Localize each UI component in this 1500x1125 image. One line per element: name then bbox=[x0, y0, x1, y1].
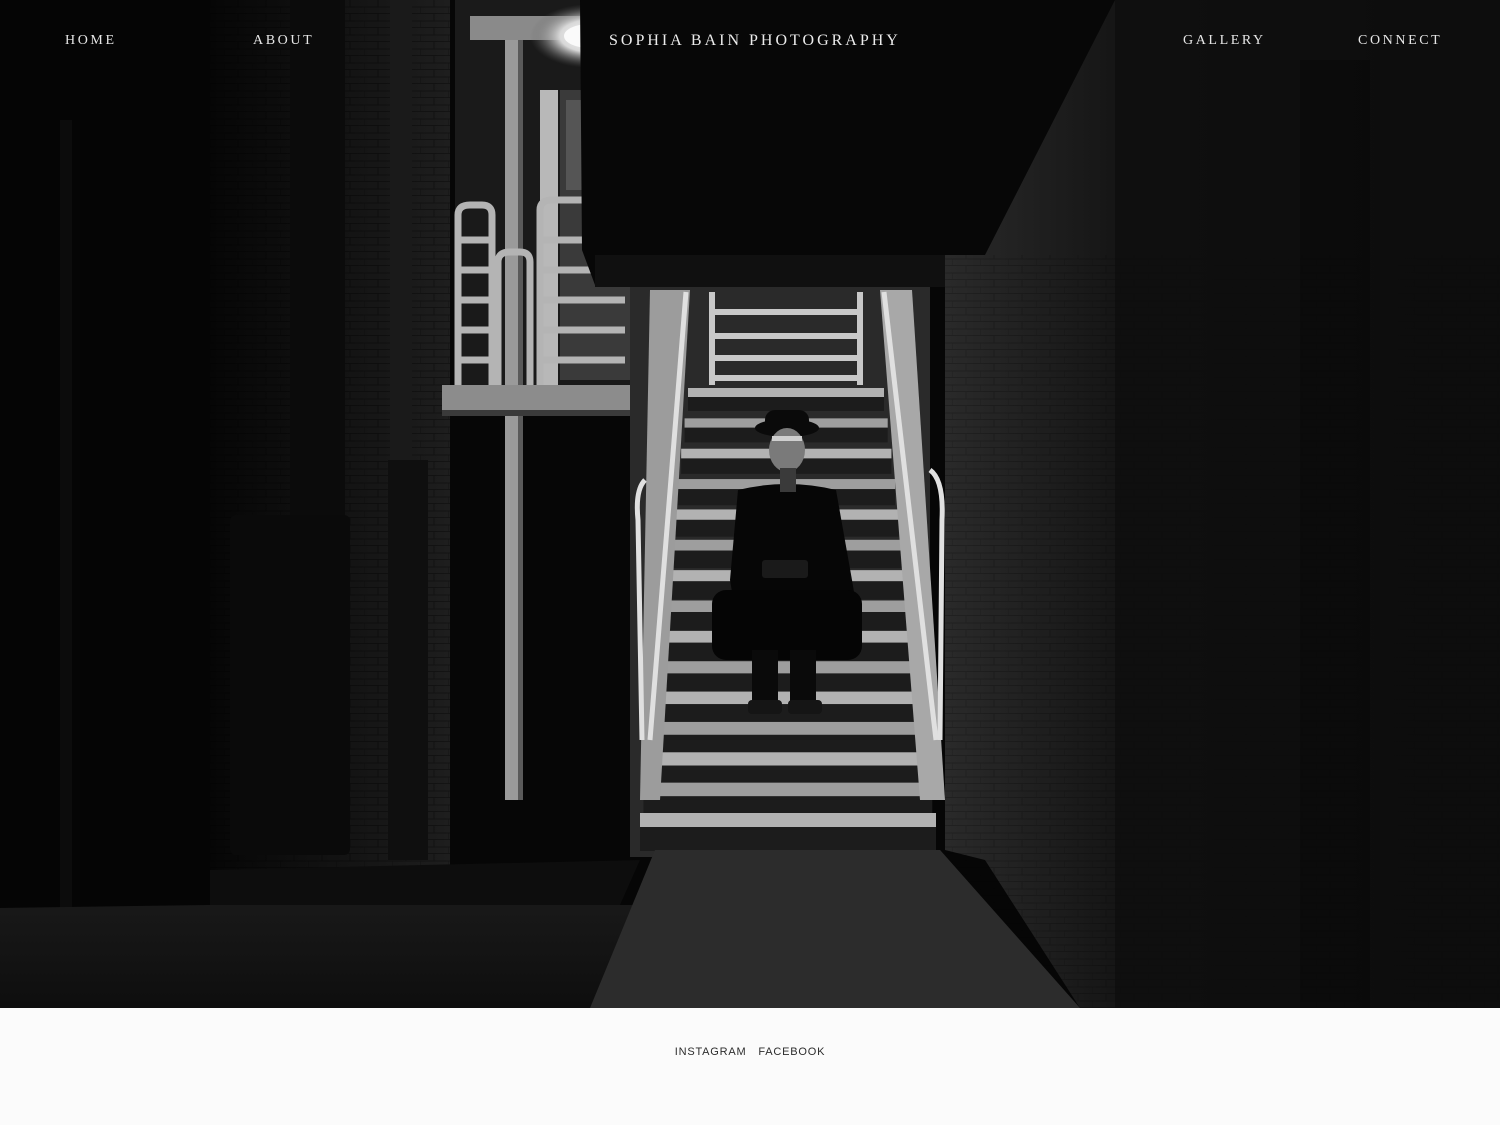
site-brand[interactable]: SOPHIA BAIN PHOTOGRAPHY bbox=[609, 32, 901, 50]
stair-tread bbox=[646, 752, 929, 766]
nav-home[interactable]: HOME bbox=[65, 33, 117, 49]
nav-connect[interactable]: CONNECT bbox=[1358, 33, 1442, 49]
facebook-link[interactable]: FACEBOOK bbox=[758, 1046, 825, 1058]
social-links: INSTAGRAM FACEBOOK bbox=[0, 1046, 1500, 1058]
nav-about[interactable]: ABOUT bbox=[253, 33, 314, 49]
stair-riser bbox=[657, 673, 918, 694]
stair-riser bbox=[640, 827, 936, 851]
stair-tread bbox=[643, 782, 933, 797]
stair-tread bbox=[653, 691, 922, 705]
hero-photo bbox=[0, 0, 1500, 1008]
hero-photo-illustration bbox=[0, 0, 1500, 1008]
stair-tread bbox=[640, 813, 936, 827]
stair-riser bbox=[688, 397, 884, 411]
nav-gallery[interactable]: GALLERY bbox=[1183, 33, 1266, 49]
instagram-link[interactable]: INSTAGRAM bbox=[675, 1046, 747, 1058]
top-navigation: HOME ABOUT SOPHIA BAIN PHOTOGRAPHY GALLE… bbox=[0, 0, 1500, 84]
stair-tread bbox=[688, 388, 884, 397]
footer: INSTAGRAM FACEBOOK bbox=[0, 1008, 1500, 1125]
stair-tread bbox=[650, 721, 925, 735]
stair-tread bbox=[657, 661, 918, 674]
